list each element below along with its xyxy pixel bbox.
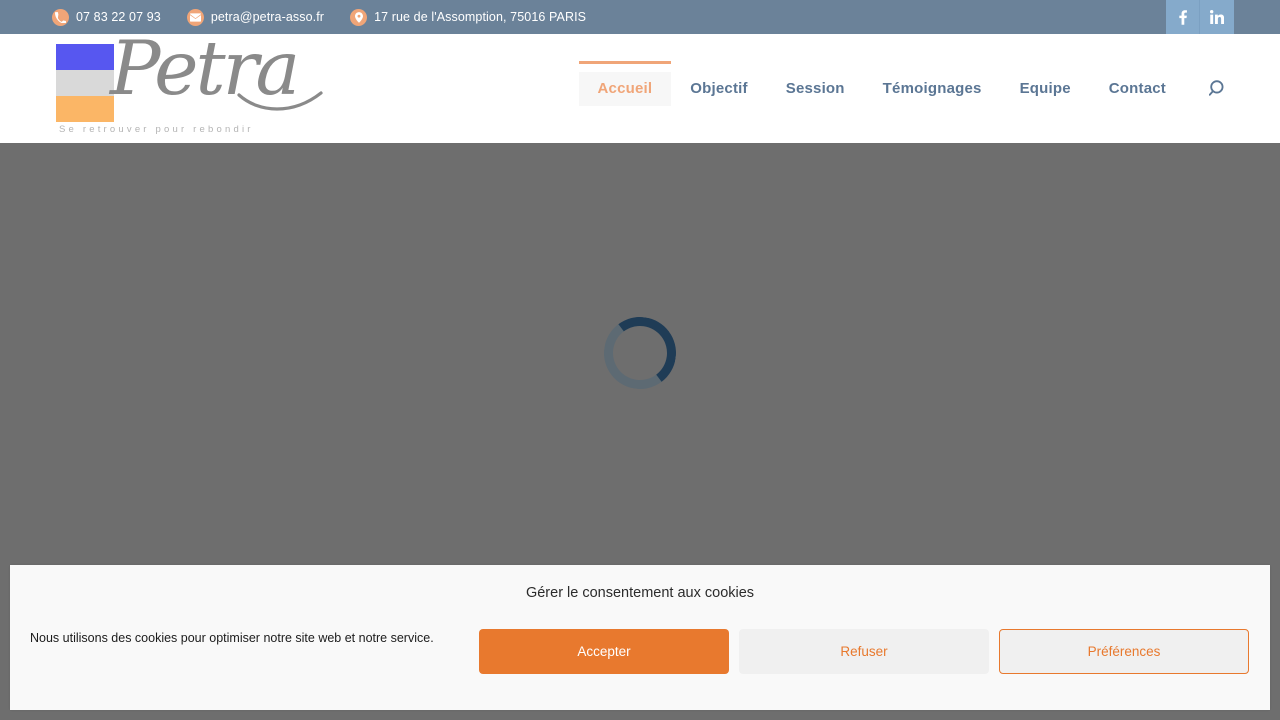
main-navigation: Accueil Objectif Session Témoignages Equ… bbox=[578, 34, 1234, 143]
linkedin-icon[interactable] bbox=[1200, 0, 1234, 34]
contact-email[interactable]: petra@petra-asso.fr bbox=[186, 8, 325, 26]
logo-tagline: Se retrouver pour rebondir bbox=[59, 124, 254, 135]
phone-icon bbox=[52, 8, 69, 26]
nav-item-accueil[interactable]: Accueil bbox=[578, 60, 672, 106]
logo-bar-gray bbox=[56, 70, 114, 96]
contact-phone-text: 07 83 22 07 93 bbox=[76, 10, 161, 24]
logo-bar-blue bbox=[56, 44, 114, 70]
loading-spinner-icon bbox=[599, 312, 681, 394]
nav-item-equipe[interactable]: Equipe bbox=[1001, 72, 1090, 106]
nav-item-objectif[interactable]: Objectif bbox=[671, 72, 766, 106]
email-icon bbox=[186, 8, 204, 26]
cookie-preferences-button[interactable]: Préférences bbox=[999, 629, 1249, 674]
refuse-cookies-button[interactable]: Refuser bbox=[739, 629, 989, 674]
cookie-dialog-title: Gérer le consentement aux cookies bbox=[525, 585, 755, 601]
location-pin-icon bbox=[350, 8, 368, 26]
top-contact-list: 07 83 22 07 93 petra@petra-asso.fr 17 ru… bbox=[52, 8, 587, 26]
search-icon[interactable] bbox=[1203, 79, 1234, 98]
nav-item-session[interactable]: Session bbox=[767, 72, 864, 106]
contact-phone[interactable]: 07 83 22 07 93 bbox=[52, 8, 161, 26]
logo-swash-icon bbox=[237, 91, 323, 122]
accept-cookies-button[interactable]: Accepter bbox=[479, 629, 729, 674]
nav-item-contact[interactable]: Contact bbox=[1090, 72, 1185, 106]
cookie-consent-dialog: Gérer le consentement aux cookies Nous u… bbox=[10, 565, 1270, 710]
cookie-dialog-actions: Accepter Refuser Préférences bbox=[479, 629, 1249, 674]
page-root: 07 83 22 07 93 petra@petra-asso.fr 17 ru… bbox=[0, 0, 1280, 720]
contact-address[interactable]: 17 rue de l'Assomption, 75016 PARIS bbox=[350, 8, 587, 26]
social-links bbox=[1166, 0, 1280, 34]
site-header: Petra Se retrouver pour rebondir Accueil… bbox=[0, 31, 1280, 143]
logo-color-bars bbox=[56, 44, 114, 122]
cookie-dialog-description: Nous utilisons des cookies pour optimise… bbox=[30, 631, 434, 645]
contact-address-text: 17 rue de l'Assomption, 75016 PARIS bbox=[374, 10, 587, 24]
site-logo[interactable]: Petra Se retrouver pour rebondir bbox=[52, 31, 323, 135]
nav-item-temoignages[interactable]: Témoignages bbox=[864, 72, 1001, 106]
facebook-icon[interactable] bbox=[1166, 0, 1200, 34]
logo-bar-orange bbox=[56, 96, 114, 122]
contact-email-text: petra@petra-asso.fr bbox=[210, 10, 325, 24]
